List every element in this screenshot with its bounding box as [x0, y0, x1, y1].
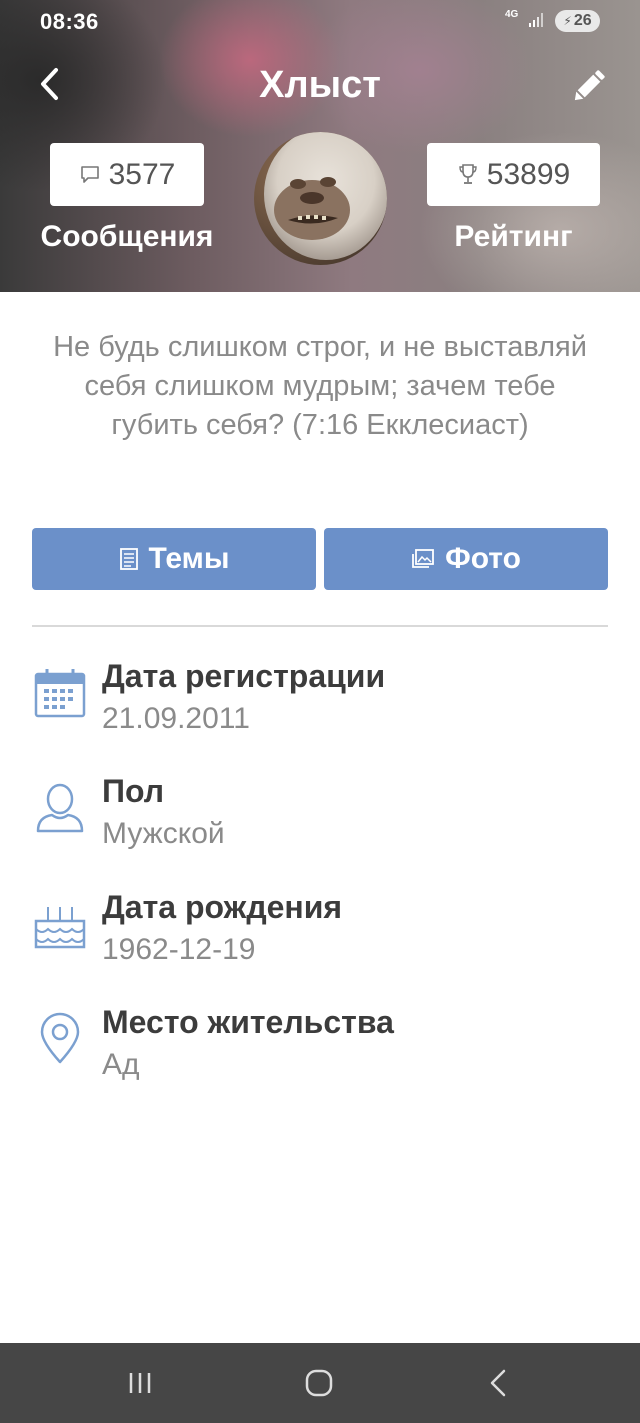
info-label: Место жительства	[102, 1004, 394, 1040]
page-title: Хлыст	[259, 64, 381, 106]
status-time: 08:36	[40, 9, 99, 34]
info-value: Ад	[102, 1048, 140, 1081]
info-row-birthdate: Дата рождения 1962-12-19	[0, 889, 640, 989]
photos-icon	[412, 549, 434, 568]
topics-button[interactable]: Темы	[32, 528, 316, 590]
messages-count: 3577	[108, 157, 176, 191]
user-icon	[36, 783, 84, 833]
pencil-icon	[574, 70, 605, 101]
back-button[interactable]	[30, 62, 70, 106]
info-label: Пол	[102, 773, 165, 809]
topics-label: Темы	[148, 542, 230, 575]
signal-icon	[529, 13, 543, 27]
messages-label: Сообщения	[40, 220, 214, 253]
network-indicator: 4G	[505, 9, 519, 20]
birthday-cake-icon	[34, 907, 86, 949]
battery-level: 26	[573, 12, 592, 29]
info-label: Дата рождения	[102, 889, 343, 925]
avatar[interactable]	[254, 132, 387, 265]
calendar-icon	[34, 669, 86, 718]
system-back-button[interactable]	[468, 1357, 528, 1409]
rating-value: 53899	[486, 157, 571, 191]
status-bar: 08:36 4G ⚡ 26	[0, 0, 640, 44]
system-nav-bar	[0, 1343, 640, 1423]
recent-apps-icon	[129, 1373, 151, 1393]
info-value: Мужской	[102, 817, 225, 850]
profile-header: 08:36 4G ⚡ 26 Хлыст 3577 Сообщения 53899…	[0, 0, 640, 292]
speech-bubble-icon	[80, 165, 99, 183]
info-row-location: Место жительства Ад	[0, 1004, 640, 1104]
battery-indicator: ⚡ 26	[555, 10, 600, 32]
chevron-left-icon	[41, 68, 58, 100]
messages-count-box[interactable]: 3577	[50, 143, 204, 206]
home-icon	[305, 1369, 333, 1397]
status-quote: Не будь слишком строг, и не выставляй се…	[53, 331, 587, 441]
trophy-icon	[459, 163, 477, 184]
back-arrow-icon	[490, 1369, 506, 1397]
home-button[interactable]	[289, 1357, 349, 1409]
edit-button[interactable]	[566, 64, 612, 108]
divider	[32, 625, 608, 627]
document-icon	[119, 548, 138, 570]
info-row-gender: Пол Мужской	[0, 773, 640, 873]
info-value: 1962-12-19	[102, 933, 256, 966]
info-row-registration: Дата регистрации 21.09.2011	[0, 658, 640, 758]
photos-label: Фото	[445, 542, 521, 575]
recent-apps-button[interactable]	[110, 1357, 170, 1409]
info-value: 21.09.2011	[102, 702, 250, 735]
photos-button[interactable]: Фото	[324, 528, 608, 590]
avatar-image	[254, 132, 387, 265]
rating-box[interactable]: 53899	[427, 143, 600, 206]
location-pin-icon	[40, 1012, 80, 1064]
bolt-icon: ⚡	[563, 14, 572, 28]
rating-label: Рейтинг	[454, 220, 573, 253]
info-label: Дата регистрации	[102, 658, 386, 694]
